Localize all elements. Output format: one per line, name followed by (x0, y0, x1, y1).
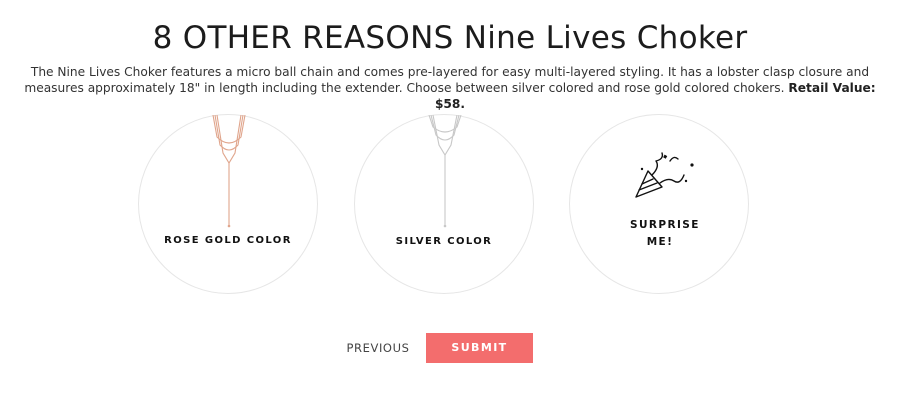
option-label-line1: SURPRISE (630, 219, 700, 231)
previous-button[interactable]: PREVIOUS (340, 333, 416, 363)
party-popper-icon (635, 152, 694, 198)
option-label: SILVER COLOR (395, 236, 493, 247)
submit-button[interactable]: SUBMIT (426, 333, 533, 363)
page-title: 8 OTHER REASONS Nine Lives Choker (152, 20, 748, 56)
option-label: ROSE GOLD COLOR (164, 235, 292, 246)
option-silver[interactable]: SILVER COLOR (354, 114, 534, 294)
quiz-navigation: PREVIOUS SUBMIT (0, 333, 900, 363)
rose-gold-necklace-icon (212, 115, 246, 228)
option-surprise-me[interactable]: SURPRISE ME! (569, 114, 749, 294)
option-label: SURPRISE ME! (630, 217, 698, 251)
option-label-line2: ME! (646, 236, 674, 248)
product-description: The Nine Lives Choker features a micro b… (20, 64, 880, 112)
silver-necklace-icon (428, 115, 462, 228)
option-rose-gold[interactable]: ROSE GOLD COLOR (138, 114, 318, 294)
description-text: The Nine Lives Choker features a micro b… (24, 65, 870, 95)
